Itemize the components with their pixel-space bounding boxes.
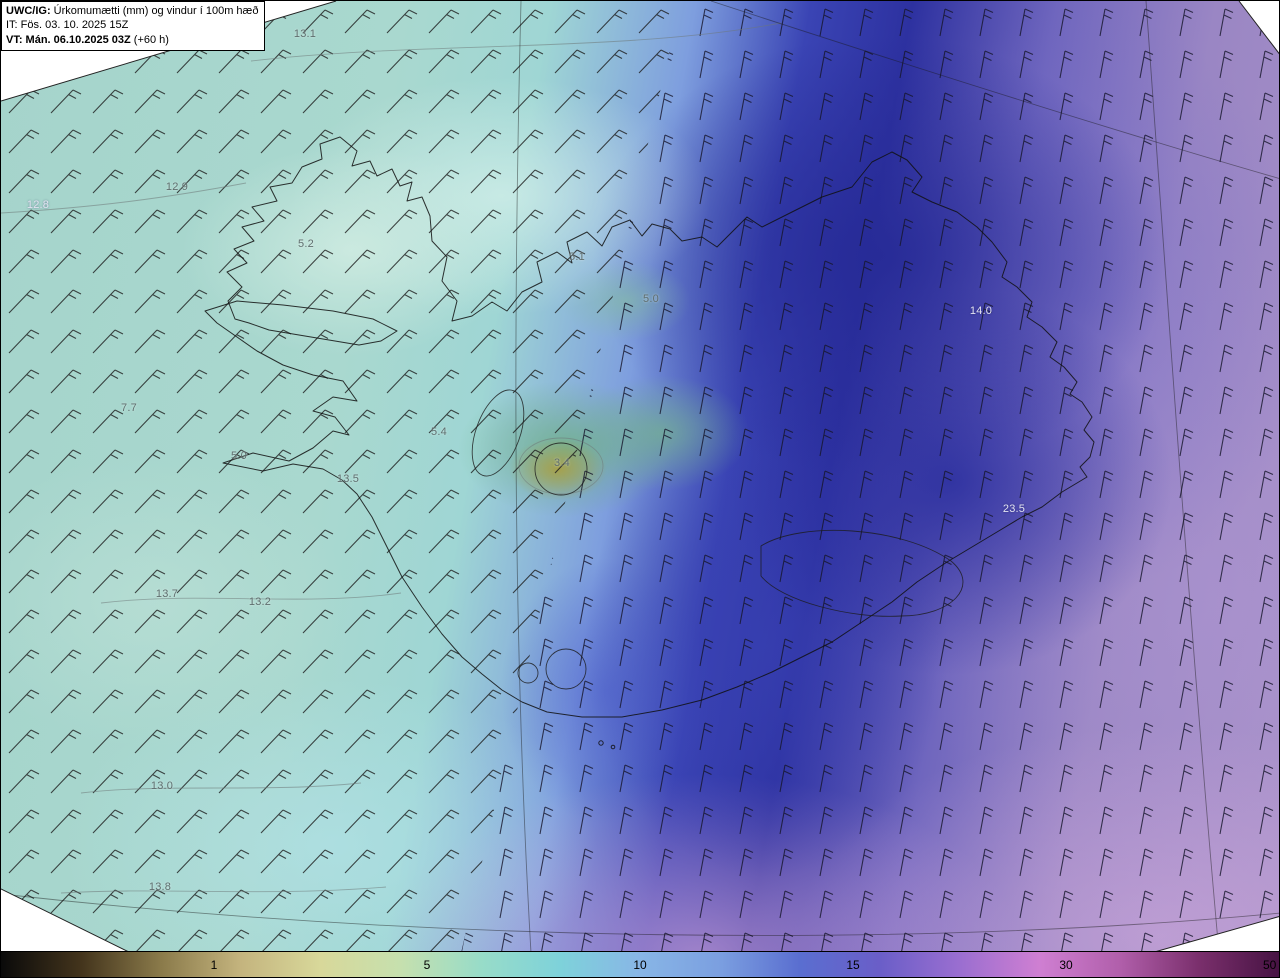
colorbar-tick: 15 <box>846 957 860 972</box>
colorbar-tick: 10 <box>633 957 647 972</box>
map-title: Úrkomumætti (mm) og vindur í 100m hæð <box>53 5 259 17</box>
init-time-line: IT: Fös. 03. 10. 2025 15Z <box>6 18 258 32</box>
colorbar-tick: 5 <box>423 957 431 972</box>
model-name: UWC/IG: <box>6 5 51 17</box>
map-canvas: 13.1 12.8 12.9 5.2 5.1 5.0 14.0 7.7 5.4 5.0 3.4 13.… <box>1 1 1279 953</box>
colorbar-tick: 1 <box>210 957 218 972</box>
colorbar: 1 5 10 15 30 50 <box>1 951 1279 977</box>
map-title-box: UWC/IG: Úrkomumætti (mm) og vindur í 100… <box>1 1 266 51</box>
colorbar-tick: 50 <box>1262 957 1277 972</box>
colorbar-ticks: 1 5 10 15 30 50 <box>1 952 1279 977</box>
lead-time: (+60 h) <box>133 33 169 46</box>
valid-time-line: VT: Mán. 06.10.2025 03Z (+60 h) <box>6 33 258 47</box>
title-line: UWC/IG: Úrkomumætti (mm) og vindur í 100… <box>6 4 258 18</box>
wind-barbs-layer <box>1 1 1279 953</box>
colorbar-tick: 30 <box>1059 957 1073 972</box>
map-overlay <box>1 1 1279 953</box>
valid-time: VT: Mán. 06.10.2025 03Z <box>6 33 131 46</box>
weather-map-page: 13.1 12.8 12.9 5.2 5.1 5.0 14.0 7.7 5.4 5.0 3.4 13.… <box>0 0 1280 978</box>
init-time: IT: Fös. 03. 10. 2025 15Z <box>6 19 129 32</box>
